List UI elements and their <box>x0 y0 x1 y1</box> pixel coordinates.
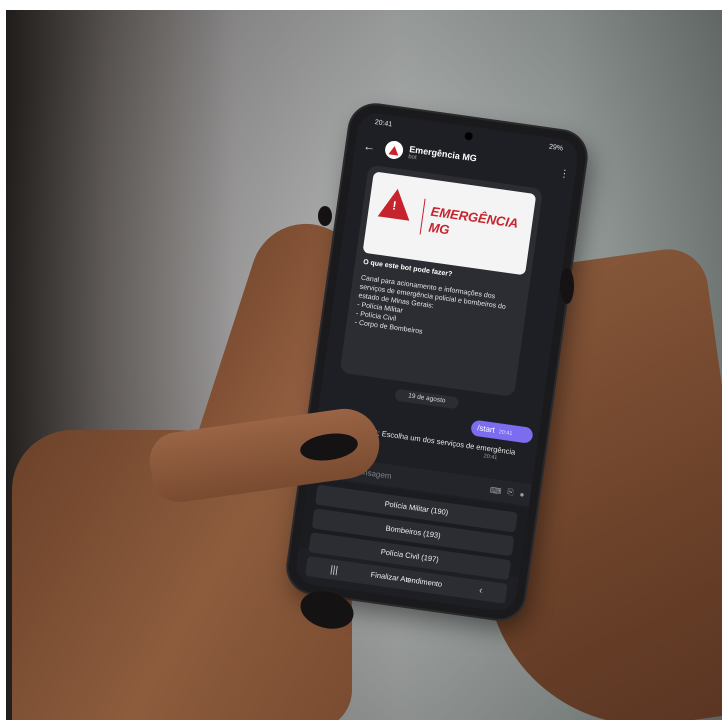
status-time: 20:41 <box>374 119 393 129</box>
nav-back-icon[interactable]: ‹ <box>478 585 483 596</box>
attach-icon[interactable]: ⎘ <box>507 487 515 498</box>
avatar[interactable] <box>383 139 405 161</box>
left-finger-nail <box>318 206 332 226</box>
home-icon[interactable]: ○ <box>405 574 413 586</box>
recent-apps-icon[interactable]: ||| <box>329 564 338 576</box>
banner-divider <box>419 198 426 235</box>
date-separator: 19 de agosto <box>394 388 460 410</box>
back-arrow-icon[interactable]: ← <box>362 139 380 155</box>
brand-banner: ! EMERGÊNCIA MG <box>362 171 537 276</box>
microphone-icon[interactable]: ● <box>519 489 525 499</box>
outgoing-message[interactable]: /start 20:41 <box>470 419 534 444</box>
brand-line-2: MG <box>427 219 451 238</box>
status-battery: 29% <box>548 143 564 153</box>
outgoing-text: /start <box>476 423 496 435</box>
right-finger-nail <box>560 268 574 304</box>
alert-triangle-icon <box>388 144 400 156</box>
keyboard-icon[interactable]: ⌨ <box>489 485 502 496</box>
outgoing-time: 20:41 <box>498 429 513 438</box>
more-vertical-icon[interactable]: ⋮ <box>559 168 570 180</box>
bot-info-bubble: ! EMERGÊNCIA MG O que este bot pode faze… <box>339 164 544 398</box>
